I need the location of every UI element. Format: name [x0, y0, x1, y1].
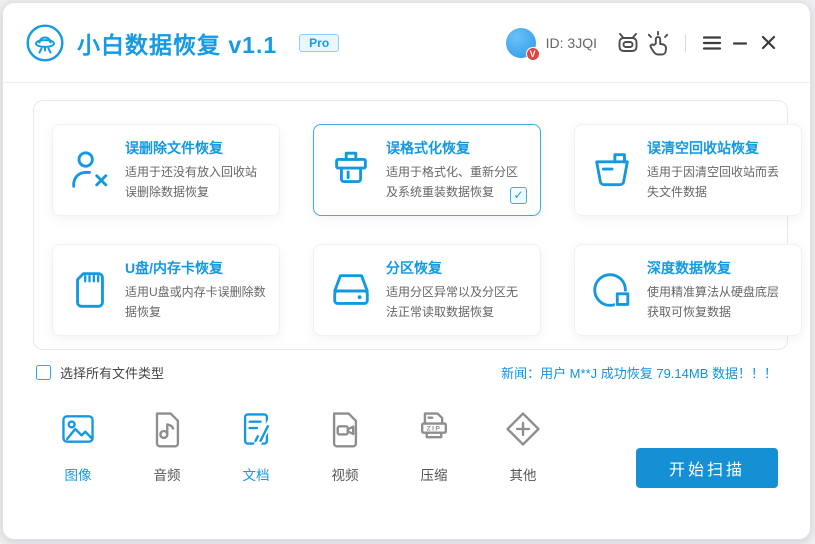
card-desc: 适用于格式化、重新分区及系统重装数据恢复: [386, 165, 519, 199]
format-brush-icon: [328, 147, 374, 193]
app-logo-icon: [25, 23, 65, 63]
select-all-label: 选择所有文件类型: [60, 365, 165, 381]
hand-click-icon[interactable]: [643, 28, 673, 58]
card-title: 误删除文件恢复: [125, 140, 223, 157]
recycle-bin-icon: [589, 147, 635, 193]
card-format-recovery[interactable]: 误格式化恢复 适用于格式化、重新分区及系统重装数据恢复 ✓: [313, 124, 541, 216]
filetype-label: 文档: [242, 468, 270, 483]
video-file-icon: [325, 409, 365, 449]
filetype-label: 图像: [64, 468, 92, 483]
card-title: 误格式化恢复: [386, 140, 470, 157]
card-text: 误格式化恢复 适用于格式化、重新分区及系统重装数据恢复: [386, 138, 528, 201]
card-checkbox-checked[interactable]: ✓: [510, 187, 527, 204]
card-title: 误清空回收站恢复: [647, 140, 759, 157]
sd-card-icon: [67, 267, 113, 313]
vip-badge: V: [525, 46, 540, 61]
filetype-archive[interactable]: ZIP 压缩: [413, 409, 455, 484]
deep-scan-icon: [589, 267, 635, 313]
minimize-button[interactable]: [726, 29, 754, 57]
card-desc: 适用U盘或内存卡误删除数据恢复: [125, 285, 266, 319]
titlebar-divider: [685, 33, 686, 52]
card-title: U盘/内存卡恢复: [125, 260, 223, 277]
news-ticker: 新闻：用户 M**J 成功恢复 79.14MB 数据！！！: [501, 365, 777, 381]
filetype-label: 其他: [509, 468, 537, 483]
card-desc: 使用精准算法从硬盘底层获取可恢复数据: [647, 285, 780, 319]
close-button[interactable]: [754, 29, 782, 57]
titlebar: 小白数据恢复 v1.1 Pro V ID: 3JQI: [3, 3, 810, 83]
pro-badge: Pro: [299, 33, 340, 52]
select-all-filetypes[interactable]: 选择所有文件类型: [36, 363, 164, 382]
menu-button[interactable]: [698, 29, 726, 57]
card-title: 分区恢复: [386, 260, 442, 277]
card-desc: 适用分区异常以及分区无法正常读取数据恢复: [386, 285, 519, 319]
filetype-label: 音频: [153, 468, 181, 483]
filetype-document[interactable]: 文档: [235, 409, 277, 484]
robot-assistant-icon[interactable]: [613, 28, 643, 58]
user-avatar[interactable]: V: [505, 27, 540, 77]
card-desc: 适用于还没有放入回收站误删除数据恢复: [125, 165, 258, 199]
zip-file-icon: ZIP: [414, 409, 454, 449]
audio-file-icon: [147, 409, 187, 449]
card-text: U盘/内存卡恢复 适用U盘或内存卡误删除数据恢复: [125, 258, 267, 321]
brand: 小白数据恢复 v1.1 Pro: [25, 23, 340, 63]
card-recycle-bin-recovery[interactable]: 误清空回收站恢复 适用于因清空回收站而丢失文件数据: [574, 124, 802, 216]
filetype-label: 压缩: [420, 468, 448, 483]
filetype-image[interactable]: 图像: [57, 409, 99, 484]
hard-drive-icon: [328, 267, 374, 313]
start-scan-button[interactable]: 开始扫描: [636, 448, 778, 488]
options-row: 选择所有文件类型 新闻：用户 M**J 成功恢复 79.14MB 数据！！！: [36, 362, 777, 382]
card-text: 分区恢复 适用分区异常以及分区无法正常读取数据恢复: [386, 258, 528, 321]
card-text: 误删除文件恢复 适用于还没有放入回收站误删除数据恢复: [125, 138, 267, 201]
card-deep-scan-recovery[interactable]: 深度数据恢复 使用精准算法从硬盘底层获取可恢复数据: [574, 244, 802, 336]
card-text: 误清空回收站恢复 适用于因清空回收站而丢失文件数据: [647, 138, 789, 201]
user-id: ID: 3JQI: [545, 34, 597, 51]
select-all-checkbox[interactable]: [36, 364, 51, 380]
card-partition-recovery[interactable]: 分区恢复 适用分区异常以及分区无法正常读取数据恢复: [313, 244, 541, 336]
filetype-filters: 图像 音频 文档 视频 ZIP 压缩 其他: [57, 409, 591, 484]
card-desc: 适用于因清空回收站而丢失文件数据: [647, 165, 780, 199]
recovery-modes-panel: 误删除文件恢复 适用于还没有放入回收站误删除数据恢复 误格式化恢复 适用于格式化…: [33, 100, 802, 350]
filetype-audio[interactable]: 音频: [146, 409, 188, 484]
other-plus-icon: [503, 409, 543, 449]
titlebar-right: V ID: 3JQI: [505, 27, 782, 77]
image-file-icon: [58, 409, 98, 449]
card-deleted-file-recovery[interactable]: 误删除文件恢复 适用于还没有放入回收站误删除数据恢复: [52, 124, 280, 216]
app-window: 小白数据恢复 v1.1 Pro V ID: 3JQI 误删除文件恢复 适用于还没…: [2, 2, 811, 540]
card-text: 深度数据恢复 使用精准算法从硬盘底层获取可恢复数据: [647, 258, 789, 321]
filetype-video[interactable]: 视频: [324, 409, 366, 484]
card-title: 深度数据恢复: [647, 260, 731, 277]
app-title: 小白数据恢复 v1.1: [77, 31, 278, 58]
card-usb-sd-recovery[interactable]: U盘/内存卡恢复 适用U盘或内存卡误删除数据恢复: [52, 244, 280, 336]
document-file-icon: [236, 409, 276, 449]
user-x-icon: [67, 147, 113, 193]
filetype-label: 视频: [331, 468, 359, 483]
zip-text: ZIP: [427, 425, 442, 432]
filetype-other[interactable]: 其他: [502, 409, 544, 484]
